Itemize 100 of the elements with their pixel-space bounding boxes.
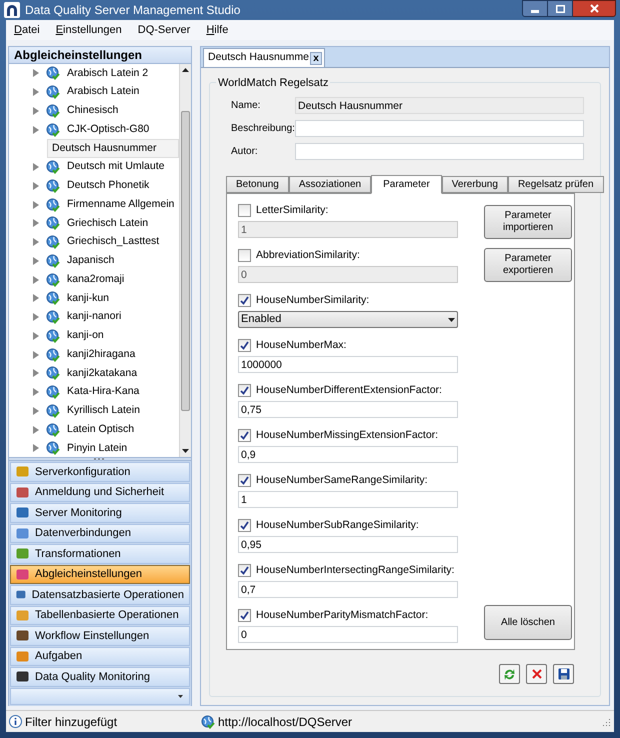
expand-arrow-icon[interactable] bbox=[33, 238, 39, 246]
tree-item[interactable]: Deutsch Hausnummer bbox=[47, 139, 179, 158]
nav-button[interactable]: Abgleicheinstellungen bbox=[10, 564, 190, 584]
checkbox[interactable] bbox=[238, 474, 251, 487]
expand-arrow-icon[interactable] bbox=[33, 332, 39, 340]
tree-item[interactable]: Pinyin Latein bbox=[9, 439, 179, 457]
tree-item[interactable]: kanji-on bbox=[9, 326, 179, 346]
tree-item[interactable]: kanji2hiragana bbox=[9, 345, 179, 364]
text-field[interactable]: 0,7 bbox=[238, 581, 458, 598]
checkbox[interactable] bbox=[238, 429, 251, 442]
scroll-down-icon[interactable] bbox=[182, 449, 189, 453]
checkbox[interactable] bbox=[238, 204, 251, 217]
tree-item[interactable]: Firmenname Allgemein bbox=[9, 195, 179, 214]
nav-button[interactable]: Server Monitoring bbox=[10, 503, 190, 522]
checkbox[interactable] bbox=[238, 609, 251, 622]
tree-item[interactable]: Kata-Hira-Kana bbox=[9, 382, 179, 402]
tab[interactable]: Parameter bbox=[371, 175, 442, 194]
tree-item[interactable]: kanji2katakana bbox=[9, 364, 179, 383]
globe-check-icon bbox=[201, 714, 215, 728]
parameter-button[interactable]: Parameter importieren bbox=[484, 205, 572, 239]
nav-button[interactable]: Workflow Einstellungen bbox=[10, 626, 190, 646]
text-field[interactable]: 0,9 bbox=[238, 446, 458, 463]
expand-arrow-icon[interactable] bbox=[33, 106, 39, 115]
menu-item[interactable]: Datei bbox=[14, 22, 40, 38]
nav-button[interactable]: Datensatzbasierte Operationen bbox=[10, 585, 190, 604]
text-field[interactable]: 0,75 bbox=[238, 401, 458, 418]
checkbox[interactable] bbox=[238, 384, 251, 397]
menu-item[interactable]: Hilfe bbox=[206, 22, 228, 38]
tree-item[interactable]: Griechisch Latein bbox=[9, 214, 179, 233]
resize-grip-icon[interactable] bbox=[603, 718, 611, 726]
checkbox[interactable] bbox=[238, 249, 251, 262]
nav-button[interactable]: Transformationen bbox=[10, 544, 190, 564]
field-label: Beschreibung: bbox=[231, 122, 295, 136]
tree-item[interactable]: Arabisch Latein 2 bbox=[9, 64, 179, 83]
expand-arrow-icon[interactable] bbox=[33, 163, 39, 172]
tab[interactable]: Vererbung bbox=[442, 176, 508, 193]
menu-item[interactable]: DQ-Server bbox=[138, 22, 190, 38]
expand-arrow-icon[interactable] bbox=[33, 69, 39, 78]
nav-button[interactable]: Datenverbindungen bbox=[10, 524, 190, 543]
text-field[interactable]: 1000000 bbox=[238, 356, 458, 373]
tree-item[interactable]: kanji-kun bbox=[9, 289, 179, 308]
text-field[interactable] bbox=[295, 143, 584, 160]
text-field[interactable]: 0,95 bbox=[238, 536, 458, 553]
document-tab[interactable]: Deutsch Hausnumme x bbox=[203, 48, 325, 67]
checkbox[interactable] bbox=[238, 339, 251, 352]
expand-arrow-icon[interactable] bbox=[33, 350, 39, 359]
tree-item[interactable]: Deutsch Phonetik bbox=[9, 176, 179, 196]
globe-check-icon bbox=[46, 160, 60, 174]
dropdown[interactable]: Enabled bbox=[238, 311, 458, 328]
tree-item[interactable]: Latein Optisch bbox=[9, 420, 179, 439]
expand-arrow-icon[interactable] bbox=[33, 406, 39, 415]
expand-arrow-icon[interactable] bbox=[33, 388, 39, 396]
expand-arrow-icon[interactable] bbox=[33, 126, 39, 134]
checkbox[interactable] bbox=[238, 564, 251, 577]
checkbox[interactable] bbox=[238, 294, 251, 307]
overflow-arrow-icon[interactable] bbox=[178, 694, 183, 698]
expand-arrow-icon[interactable] bbox=[33, 369, 39, 378]
tab[interactable]: Assoziationen bbox=[288, 176, 372, 193]
tree-item[interactable]: Arabisch Latein bbox=[9, 82, 179, 102]
tree-item[interactable]: kanji-nanori bbox=[9, 308, 179, 326]
maximize-button[interactable] bbox=[548, 0, 573, 17]
close-button[interactable] bbox=[573, 0, 616, 17]
text-field[interactable]: 1 bbox=[238, 491, 458, 508]
save-button[interactable] bbox=[553, 664, 574, 684]
tree-item[interactable]: Deutsch mit Umlaute bbox=[9, 158, 179, 176]
nav-button[interactable]: Aufgaben bbox=[10, 646, 190, 666]
expand-arrow-icon[interactable] bbox=[33, 294, 39, 302]
expand-arrow-icon[interactable] bbox=[33, 276, 39, 284]
tab-close-button[interactable]: x bbox=[310, 52, 322, 64]
nav-button[interactable]: Anmeldung und Sicherheit bbox=[10, 482, 190, 502]
text-field[interactable]: 0 bbox=[238, 626, 458, 643]
tree-item[interactable]: CJK-Optisch-G80 bbox=[9, 120, 179, 139]
expand-arrow-icon[interactable] bbox=[33, 200, 39, 209]
clear-all-button[interactable]: Alle löschen bbox=[484, 605, 572, 640]
expand-arrow-icon[interactable] bbox=[33, 256, 39, 265]
expand-arrow-icon[interactable] bbox=[33, 88, 39, 96]
scrollbar[interactable] bbox=[179, 64, 191, 457]
menu-item[interactable]: Einstellungen bbox=[56, 22, 122, 38]
tab[interactable]: Betonung bbox=[226, 176, 289, 193]
expand-arrow-icon[interactable] bbox=[33, 182, 39, 190]
tree-item[interactable]: Griechisch_Lasttest bbox=[9, 232, 179, 252]
nav-button[interactable]: Serverkonfiguration bbox=[10, 462, 190, 482]
text-field[interactable] bbox=[295, 120, 584, 137]
expand-arrow-icon[interactable] bbox=[33, 313, 39, 322]
refresh-button[interactable] bbox=[499, 664, 520, 684]
minimize-button[interactable] bbox=[522, 0, 548, 17]
tab[interactable]: Regelsatz prüfen bbox=[508, 176, 604, 193]
tree-item[interactable]: Chinesisch bbox=[9, 102, 179, 120]
tree-item[interactable]: kana2romaji bbox=[9, 270, 179, 289]
nav-button[interactable]: Tabellenbasierte Operationen bbox=[10, 606, 190, 625]
tree-item[interactable]: Japanisch bbox=[9, 252, 179, 270]
expand-arrow-icon[interactable] bbox=[33, 444, 39, 452]
parameter-button[interactable]: Parameter exportieren bbox=[484, 248, 572, 282]
cancel-button[interactable] bbox=[526, 664, 547, 684]
nav-button[interactable]: Data Quality Monitoring bbox=[10, 667, 190, 686]
expand-arrow-icon[interactable] bbox=[33, 426, 39, 434]
tree-item[interactable]: Kyrillisch Latein bbox=[9, 402, 179, 420]
checkbox[interactable] bbox=[238, 519, 251, 532]
expand-arrow-icon[interactable] bbox=[33, 219, 39, 228]
scroll-up-icon[interactable] bbox=[182, 68, 189, 72]
